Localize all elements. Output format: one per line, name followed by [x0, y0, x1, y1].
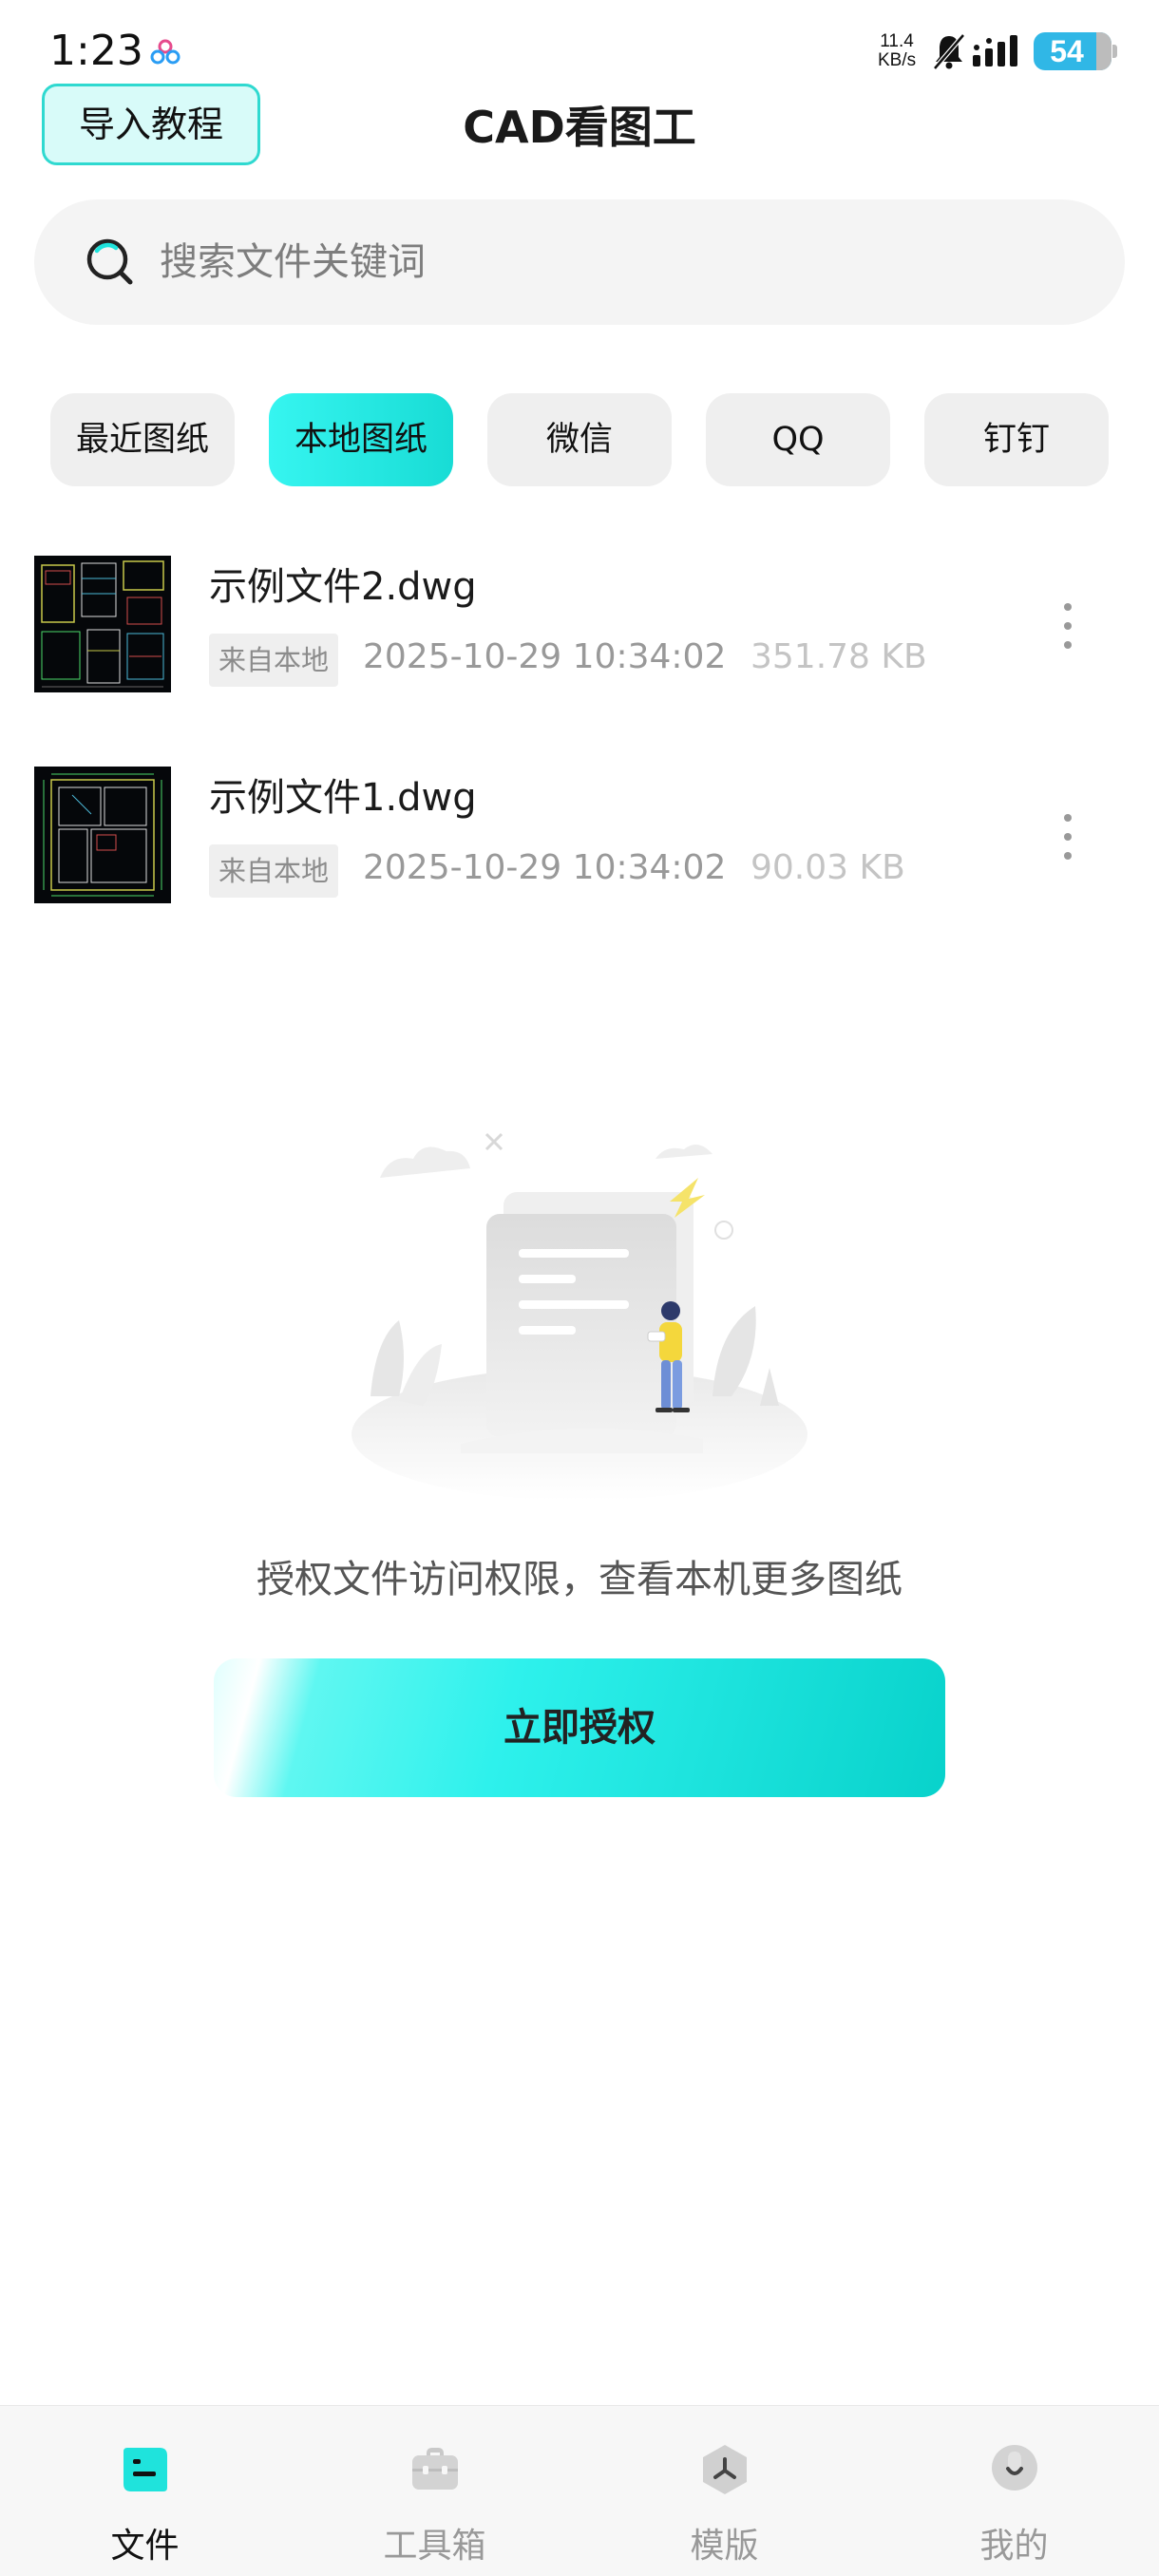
file-source-badge: 来自本地	[209, 844, 339, 898]
nav-label-templates: 模版	[690, 2527, 759, 2566]
template-icon	[703, 2445, 747, 2494]
file-name: 示例文件2.dwg	[209, 565, 477, 609]
bell-muted-icon	[933, 33, 965, 70]
tab-qq[interactable]: QQ	[706, 393, 890, 486]
nav-label-profile: 我的	[979, 2527, 1049, 2566]
nav-label-files: 文件	[110, 2527, 180, 2566]
status-time: 1:23	[49, 27, 143, 75]
file-date: 2025-10-29 10:34:02	[363, 637, 727, 676]
file-thumbnail	[34, 556, 171, 692]
profile-icon	[992, 2445, 1037, 2491]
more-options-icon[interactable]	[1049, 597, 1087, 654]
file-source-badge: 来自本地	[209, 634, 339, 687]
battery-tip	[1112, 45, 1117, 58]
file-list-item[interactable]: 示例文件1.dwg 来自本地 2025-10-29 10:34:02 90.03…	[0, 767, 1159, 919]
signal-icon	[973, 35, 1017, 66]
file-icon	[124, 2448, 167, 2491]
tab-recent-drawings[interactable]: 最近图纸	[50, 393, 235, 486]
file-list-item[interactable]: 示例文件2.dwg 来自本地 2025-10-29 10:34:02 351.7…	[0, 556, 1159, 708]
category-tabs: 最近图纸 本地图纸 微信 QQ 钉钉	[50, 393, 1109, 486]
nav-item-profile[interactable]: 我的	[869, 2406, 1159, 2576]
tab-local-drawings[interactable]: 本地图纸	[269, 393, 453, 486]
more-options-icon[interactable]	[1049, 808, 1087, 865]
tab-dingtalk[interactable]: 钉钉	[924, 393, 1109, 486]
import-tutorial-button[interactable]: 导入教程	[42, 84, 260, 165]
grant-permission-button[interactable]: 立即授权	[214, 1658, 945, 1797]
file-date: 2025-10-29 10:34:02	[363, 848, 727, 887]
battery-icon: 54	[1034, 32, 1112, 70]
file-size: 90.03 KB	[750, 848, 905, 887]
battery-level: 54	[1050, 34, 1084, 68]
file-size: 351.78 KB	[750, 637, 927, 676]
tab-wechat[interactable]: 微信	[487, 393, 672, 486]
nav-item-files[interactable]: 文件	[0, 2406, 290, 2576]
empty-state-illustration	[352, 1132, 808, 1501]
search-input[interactable]	[160, 232, 1015, 293]
file-name: 示例文件1.dwg	[209, 776, 477, 820]
nav-item-templates[interactable]: 模版	[580, 2406, 869, 2576]
file-thumbnail	[34, 767, 171, 903]
bottom-navigation: 文件 工具箱 模版 我的	[0, 2405, 1159, 2576]
app-notification-icon	[150, 39, 180, 65]
nav-label-toolbox: 工具箱	[383, 2527, 486, 2566]
nav-item-toolbox[interactable]: 工具箱	[290, 2406, 580, 2576]
status-bar: 1:23 11.4 KB/s 54	[0, 0, 1159, 95]
toolbox-icon	[412, 2448, 458, 2490]
network-speed: 11.4 KB/s	[878, 31, 917, 70]
permission-message: 授权文件访问权限，查看本机更多图纸	[256, 1558, 902, 1601]
search-icon	[86, 238, 133, 285]
